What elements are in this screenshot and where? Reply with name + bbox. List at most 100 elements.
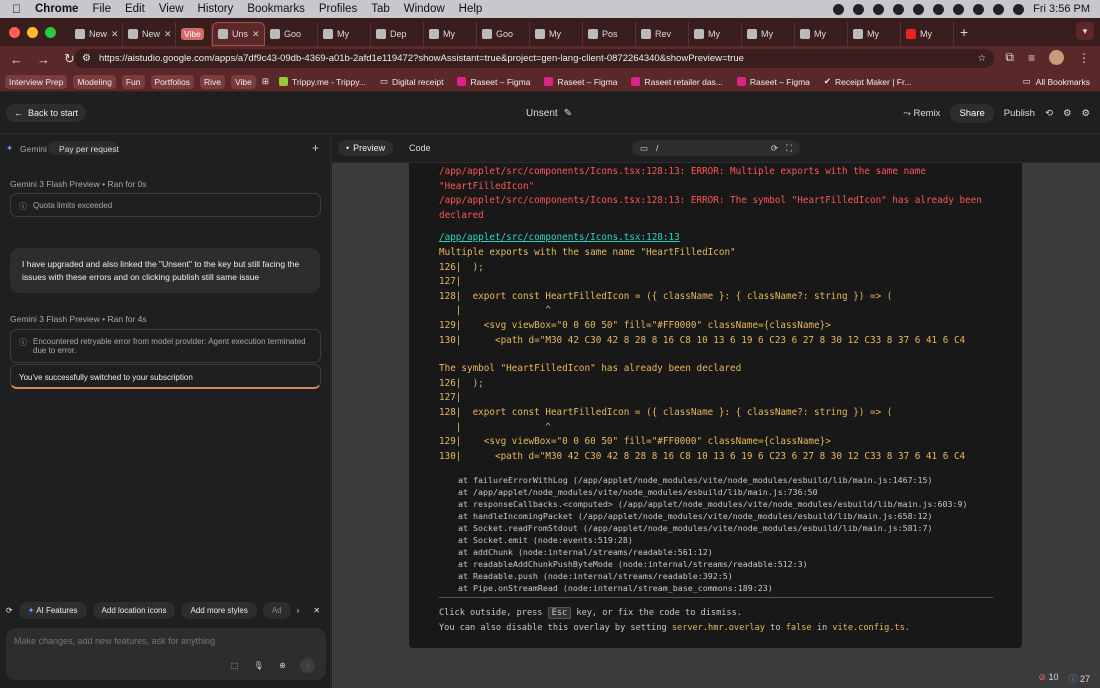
media-icon[interactable]: ≡: [1028, 51, 1035, 65]
star-icon[interactable]: ☆: [977, 53, 986, 64]
bookmark-folder[interactable]: Rive: [199, 74, 225, 89]
close-tab-icon[interactable]: ✕: [252, 29, 260, 40]
browser-tab[interactable]: My: [742, 22, 795, 46]
vite-error-overlay[interactable]: /app/applet/src/components/Icons.tsx:128…: [409, 163, 1022, 648]
browser-tab[interactable]: New ✕: [123, 22, 176, 46]
browser-tab[interactable]: My: [795, 22, 848, 46]
browser-tab[interactable]: My: [424, 22, 477, 46]
add-icon[interactable]: +: [312, 141, 319, 155]
chip-add-more-styles[interactable]: Add more styles: [181, 601, 257, 619]
tab-code[interactable]: Code: [409, 143, 431, 153]
browser-tab[interactable]: New ✕: [70, 22, 123, 46]
screenshot-icon[interactable]: ⬚: [227, 658, 242, 673]
bookmark-folder[interactable]: Fun: [121, 74, 145, 89]
close-icon[interactable]: ✕: [313, 606, 320, 615]
status-icon[interactable]: [933, 3, 945, 15]
profile-avatar[interactable]: [1049, 50, 1064, 65]
menu-app-name[interactable]: Chrome: [35, 3, 78, 15]
browser-tab[interactable]: My: [901, 22, 954, 46]
battery-icon[interactable]: [953, 3, 965, 15]
menu-file[interactable]: File: [92, 3, 111, 15]
pencil-icon[interactable]: ✎: [564, 108, 572, 119]
browser-tab[interactable]: My: [318, 22, 371, 46]
refresh-icon[interactable]: ⟳: [771, 143, 778, 154]
path-text[interactable]: /: [656, 143, 658, 153]
menu-tab[interactable]: Tab: [371, 3, 390, 15]
address-bar[interactable]: ⚙ https://aistudio.google.com/apps/a7df9…: [74, 49, 994, 68]
fullscreen-icon[interactable]: ⛶: [786, 143, 792, 154]
menu-bookmarks[interactable]: Bookmarks: [247, 3, 305, 15]
minimize-window-icon[interactable]: [27, 26, 38, 38]
bookmark-folder[interactable]: ▭ Digital receipt: [376, 74, 448, 89]
url-text[interactable]: https://aistudio.google.com/apps/a7df9c4…: [99, 53, 744, 64]
back-to-start-button[interactable]: ← Back to start: [6, 104, 87, 122]
menu-view[interactable]: View: [159, 3, 184, 15]
search-icon[interactable]: [993, 3, 1005, 15]
bookmark-folder[interactable]: Modeling: [73, 74, 116, 89]
status-icon[interactable]: [853, 3, 865, 15]
close-window-icon[interactable]: [9, 26, 20, 38]
browser-tab[interactable]: Goo: [477, 22, 530, 46]
apple-icon[interactable]: : [12, 2, 21, 16]
error-count[interactable]: ⊘ 10: [1038, 672, 1058, 685]
forward-arrow-icon[interactable]: →: [37, 52, 50, 67]
bookmark-link[interactable]: Raseet – Figma: [540, 75, 621, 89]
bookmark-folder[interactable]: Vibe: [230, 74, 256, 89]
publish-button[interactable]: Publish: [1004, 108, 1035, 119]
status-icon[interactable]: [913, 3, 925, 15]
menu-history[interactable]: History: [198, 3, 234, 15]
chip-add-location-icons[interactable]: Add location icons: [92, 601, 176, 619]
bookmark-link[interactable]: ✔ Receipt Maker | Fr...: [820, 74, 916, 89]
browser-tab[interactable]: My: [530, 22, 583, 46]
menu-window[interactable]: Window: [404, 3, 445, 15]
microphone-icon[interactable]: 🎙: [251, 658, 266, 673]
preview-path-bar[interactable]: ▭ / ⟳ ⛶: [632, 140, 800, 156]
play-icon[interactable]: [893, 3, 905, 15]
warning-count[interactable]: ⓘ 27: [1068, 672, 1090, 685]
menu-edit[interactable]: Edit: [125, 3, 145, 15]
menu-help[interactable]: Help: [459, 3, 483, 15]
wifi-icon[interactable]: [973, 3, 985, 15]
bookmark-link[interactable]: Raseet – Figma: [453, 75, 534, 89]
browser-tab[interactable]: Goo: [265, 22, 318, 46]
browser-tab[interactable]: Rev: [636, 22, 689, 46]
bookmark-link[interactable]: Raseet retailer das...: [627, 75, 726, 89]
extensions-icon[interactable]: ⧉: [1005, 50, 1014, 65]
browser-tab[interactable]: Dep: [371, 22, 424, 46]
all-bookmarks[interactable]: ▭ All Bookmarks: [1023, 76, 1090, 87]
zoom-window-icon[interactable]: [45, 26, 56, 38]
new-tab-icon[interactable]: +: [960, 24, 968, 40]
more-icon[interactable]: ⋮: [1078, 51, 1090, 65]
prompt-input[interactable]: [14, 636, 314, 646]
app-title[interactable]: Unsent ✎: [526, 108, 572, 119]
browser-tab-active[interactable]: Uns ✕: [212, 22, 265, 46]
control-center-icon[interactable]: [1013, 3, 1025, 15]
remix-button[interactable]: ⤳ Remix: [903, 108, 940, 119]
apps-grid-icon[interactable]: ⊞: [262, 76, 269, 87]
share-button[interactable]: Share: [950, 104, 994, 123]
bookmark-link[interactable]: Raseet – Figma: [733, 75, 814, 89]
chip-ai-features[interactable]: ✦ AI Features: [18, 601, 87, 619]
history-icon[interactable]: ⟲: [1045, 108, 1053, 119]
browser-tab[interactable]: My: [848, 22, 901, 46]
tab-preview[interactable]: • Preview: [338, 140, 394, 156]
close-tab-icon[interactable]: ✕: [164, 29, 172, 40]
add-icon[interactable]: ⊕: [275, 658, 290, 673]
settings-icon[interactable]: ⚙: [1063, 108, 1072, 119]
status-icon[interactable]: [873, 3, 885, 15]
bookmark-link[interactable]: Trippy.me - Trippy...: [275, 75, 370, 89]
site-info-icon[interactable]: ⚙: [82, 53, 91, 64]
error-file-link[interactable]: /app/applet/src/components/Icons.tsx:128…: [439, 231, 999, 246]
chevron-down-icon[interactable]: ▾: [1076, 22, 1094, 40]
back-arrow-icon[interactable]: ←: [10, 52, 23, 67]
gear-icon[interactable]: ⚙: [1081, 108, 1090, 119]
browser-tab-group[interactable]: Vibe: [176, 22, 212, 46]
send-icon[interactable]: ↑: [300, 658, 315, 673]
device-icon[interactable]: ▭: [640, 143, 648, 154]
browser-tab[interactable]: Pos: [583, 22, 636, 46]
bookmark-folder[interactable]: Interview Prep: [5, 74, 68, 89]
browser-tab[interactable]: My: [689, 22, 742, 46]
refresh-suggestions-icon[interactable]: ⟳: [6, 606, 13, 615]
chevron-right-icon[interactable]: ›: [297, 606, 300, 615]
menu-profiles[interactable]: Profiles: [319, 3, 357, 15]
